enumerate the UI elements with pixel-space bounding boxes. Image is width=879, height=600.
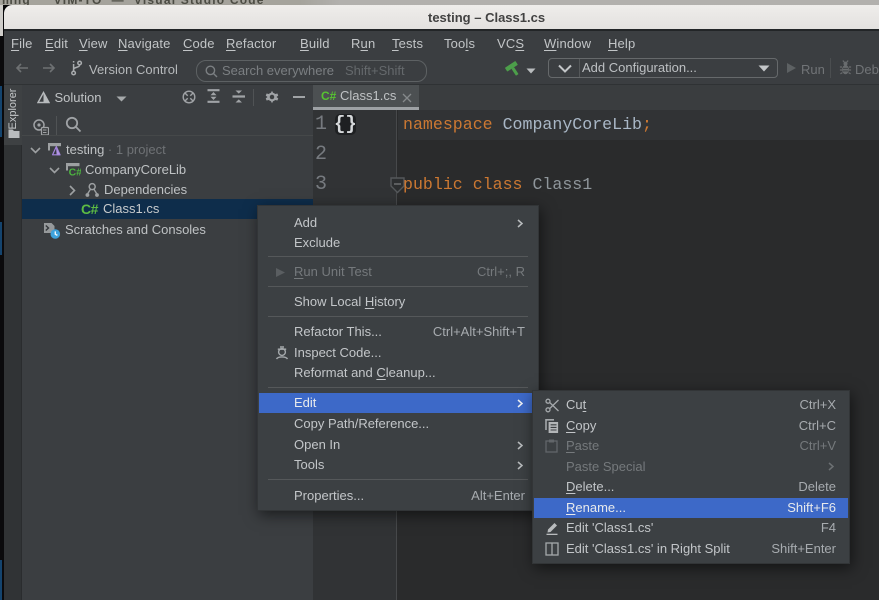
svg-text:C#: C#: [69, 167, 81, 178]
